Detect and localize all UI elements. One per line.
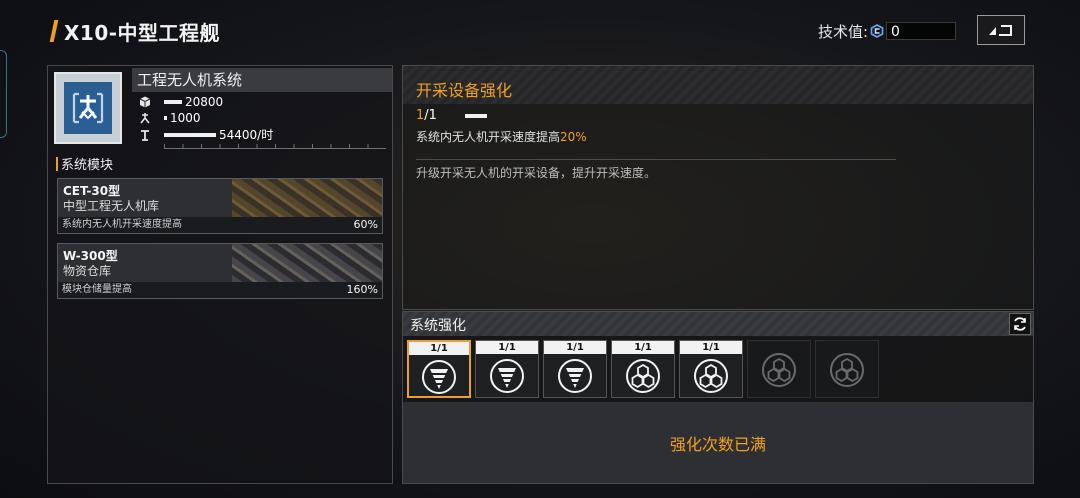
- upgrade-level: 1 /1: [416, 108, 487, 123]
- enhancement-slot[interactable]: 1/1: [543, 340, 607, 398]
- capacity-bar: [164, 99, 182, 104]
- upgrade-level-current: 1: [416, 108, 425, 123]
- tech-value-display: 技术值: 0: [818, 20, 956, 42]
- stat-value-mining-rate: 54400/时: [219, 128, 274, 142]
- page-title: X10-中型工程舰: [64, 20, 221, 45]
- system-enhancement-panel: 系统强化 1/1 1/1 1/1 1/1 1/1 强化次数已满: [402, 311, 1034, 484]
- upgrade-title: 开采设备强化: [416, 81, 513, 100]
- module-percent: 60%: [353, 218, 378, 231]
- upgrade-description: 升级开采无人机的开采设备，提升开采速度。: [416, 166, 657, 180]
- stat-row-drones: 1000: [138, 109, 201, 126]
- slot-level: 1/1: [409, 342, 469, 355]
- enhancement-slot[interactable]: 1/1: [407, 340, 471, 398]
- upgrade-detail-panel: 开采设备强化 1 /1 系统内无人机开采速度提高20% 升级开采无人机的开采设备…: [402, 65, 1034, 310]
- enhancement-slot-locked[interactable]: [747, 340, 811, 398]
- module-subtitle: 中型工程无人机库: [63, 199, 160, 213]
- stat-row-capacity: 20800: [138, 93, 223, 110]
- section-accent-mark: [56, 156, 58, 171]
- tech-value: 0: [886, 22, 956, 40]
- cube-icon: [138, 95, 152, 109]
- drill-icon: [558, 359, 592, 393]
- enhancement-max-text: 强化次数已满: [669, 434, 766, 454]
- upgrade-effect: 系统内无人机开采速度提高20%: [416, 128, 587, 145]
- enhancement-slot[interactable]: 1/1: [611, 340, 675, 398]
- enhancement-slot[interactable]: 1/1: [475, 340, 539, 398]
- enhancement-header: [403, 312, 1033, 336]
- slot-level: 1/1: [680, 341, 742, 354]
- cubes-icon: [626, 359, 660, 393]
- system-icon-frame: [54, 72, 122, 144]
- system-info-panel: 工程无人机系统 20800 1000 54400/时 系统模块 CET-30型 …: [47, 65, 393, 484]
- stat-value-drones: 1000: [170, 110, 201, 125]
- module-thumbnail: [232, 179, 382, 217]
- engineering-drone-icon: [64, 82, 112, 134]
- enhancement-slot[interactable]: 1/1: [679, 340, 743, 398]
- back-button[interactable]: [977, 15, 1025, 45]
- drones-bar: [164, 115, 167, 120]
- slot-level: 1/1: [476, 341, 538, 354]
- module-percent: 160%: [346, 283, 378, 296]
- module-thumbnail: [232, 244, 382, 282]
- module-effect: 系统内无人机开采速度提高: [62, 219, 182, 230]
- module-subtitle: 物资仓库: [63, 264, 112, 278]
- enhancement-slot-locked[interactable]: [815, 340, 879, 398]
- module-card-w300[interactable]: W-300型 物资仓库 模块仓储量提高 160%: [57, 243, 383, 299]
- cubes-icon: [830, 353, 864, 387]
- upgrade-level-max: /1: [424, 108, 437, 123]
- divider: [416, 159, 896, 160]
- upgrade-effect-value: 20%: [560, 130, 587, 144]
- tech-label: 技术值:: [817, 22, 868, 41]
- mining-rate-bar: [164, 132, 216, 137]
- title-accent-mark: [49, 20, 59, 42]
- modules-section-title: 系统模块: [61, 158, 114, 173]
- enhancement-status-area: 强化次数已满: [403, 402, 1033, 483]
- drill-icon: [490, 359, 524, 393]
- refresh-button[interactable]: [1009, 313, 1031, 335]
- module-card-cet30[interactable]: CET-30型 中型工程无人机库 系统内无人机开采速度提高 60%: [57, 178, 383, 234]
- refresh-icon: [1014, 317, 1026, 331]
- cubes-icon: [762, 353, 796, 387]
- cubes-icon: [694, 359, 728, 393]
- upgrade-effect-text: 系统内无人机开采速度提高: [416, 130, 561, 144]
- module-effect-row: 模块仓储量提高 160%: [58, 282, 382, 298]
- back-arrow-icon: [989, 25, 1012, 36]
- module-effect: 模块仓储量提高: [62, 284, 132, 295]
- page-title-bar: X10-中型工程舰: [49, 18, 221, 45]
- stat-scale-ticks: [164, 144, 386, 149]
- slot-level: 1/1: [544, 341, 606, 354]
- system-name: 工程无人机系统: [132, 68, 392, 92]
- side-drawer-handle[interactable]: [0, 50, 7, 138]
- stat-value-capacity: 20800: [185, 94, 224, 109]
- enhancement-title: 系统强化: [410, 318, 466, 334]
- upgrade-level-bar: [464, 113, 487, 118]
- tech-point-icon: [870, 24, 884, 38]
- drill-icon: [138, 128, 152, 142]
- module-effect-row: 系统内无人机开采速度提高 60%: [58, 217, 382, 233]
- modules-section-label: 系统模块: [56, 154, 113, 173]
- stat-row-mining-rate: 54400/时: [138, 126, 273, 143]
- drone-icon: [138, 111, 152, 125]
- slot-level: 1/1: [612, 341, 674, 354]
- drill-icon: [422, 360, 456, 394]
